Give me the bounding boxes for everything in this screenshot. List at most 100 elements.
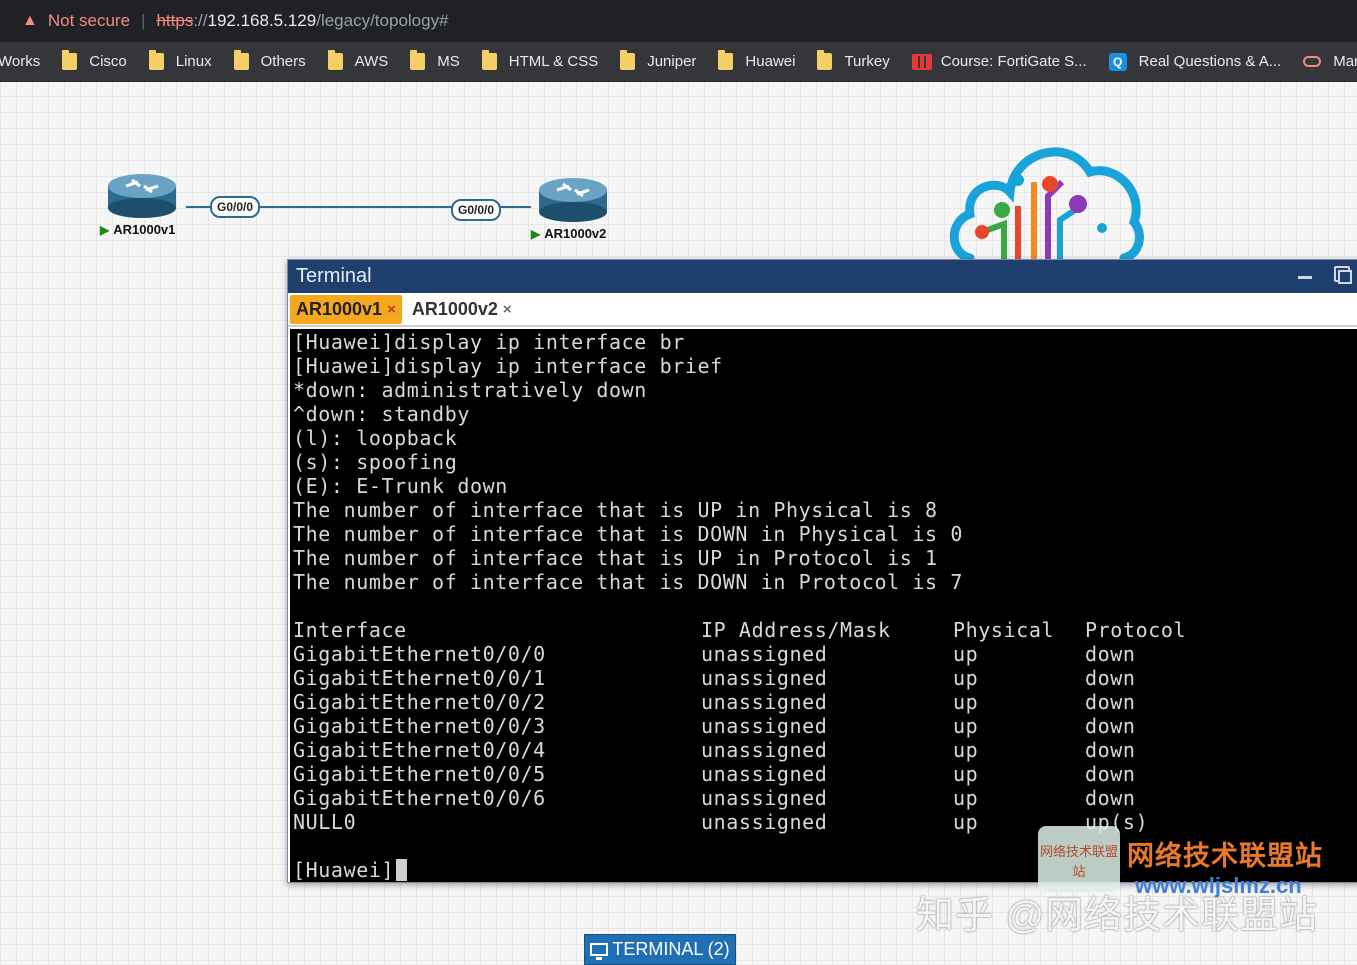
tab-label: AR1000v2 bbox=[411, 298, 498, 319]
bookmark-label: Manag bbox=[1333, 53, 1357, 70]
column-header: Protocol bbox=[1085, 618, 1187, 642]
bookmark-huawei[interactable]: Huawei bbox=[718, 50, 796, 70]
cell-protocol: down bbox=[1085, 786, 1136, 810]
cell-interface: GigabitEthernet0/0/3 bbox=[293, 714, 546, 738]
bookmark-label: Linux bbox=[175, 53, 212, 70]
close-icon[interactable]: × bbox=[387, 301, 396, 318]
console-line: (l): loopback bbox=[293, 426, 458, 450]
bookmark-cisco[interactable]: Cisco bbox=[62, 50, 127, 70]
bookmark-real-questions[interactable]: Q Real Questions & A... bbox=[1108, 52, 1281, 71]
cell-physical: up bbox=[953, 690, 979, 714]
cell-protocol: down bbox=[1085, 666, 1136, 690]
bookmark-linux[interactable]: Linux bbox=[148, 50, 212, 70]
fortinet-icon bbox=[911, 53, 932, 70]
interface-table: Interface IP Address/Mask Physical Proto… bbox=[293, 618, 1357, 834]
security-status[interactable]: Not secure bbox=[48, 11, 130, 31]
url-separator: :// bbox=[193, 11, 208, 30]
cell-ip: unassigned bbox=[701, 690, 828, 714]
folder-icon bbox=[62, 50, 78, 70]
folder-icon bbox=[817, 50, 833, 70]
console-line: [Huawei]display ip interface brief bbox=[293, 354, 723, 378]
terminal-title: Terminal bbox=[296, 265, 372, 287]
terminal-titlebar[interactable]: Terminal bbox=[288, 260, 1357, 293]
watermark-zhihu: 知乎 @网络技术联盟站 bbox=[916, 895, 1319, 937]
bookmark-turkey[interactable]: Turkey bbox=[817, 50, 890, 70]
folder-icon bbox=[718, 50, 734, 70]
bookmark-label: HTML & CSS bbox=[508, 53, 599, 70]
router-icon[interactable] bbox=[106, 172, 178, 220]
address-bar[interactable]: ▲ Not secure | https://192.168.5.129/leg… bbox=[0, 0, 1357, 42]
folder-icon bbox=[410, 50, 426, 70]
console-line: The number of interface that is DOWN in … bbox=[293, 522, 963, 546]
url-path: /legacy/topology# bbox=[316, 11, 449, 30]
router-label-ar1000v2[interactable]: ▶ AR1000v2 bbox=[531, 226, 606, 241]
cell-interface: GigabitEthernet0/0/1 bbox=[293, 666, 546, 690]
warning-icon[interactable]: ▲ bbox=[22, 12, 38, 30]
table-row: GigabitEthernet0/0/2 unassigned up down bbox=[293, 690, 1357, 714]
console-line: (s): spoofing bbox=[293, 450, 458, 474]
cell-protocol: down bbox=[1085, 714, 1136, 738]
bookmark-ms[interactable]: MS bbox=[410, 50, 460, 70]
table-row: GigabitEthernet0/0/3 unassigned up down bbox=[293, 714, 1357, 738]
cloud-network-logo-icon bbox=[949, 147, 1144, 260]
console-line: *down: administratively down bbox=[293, 378, 647, 402]
console-line: The number of interface that is UP in Pr… bbox=[293, 546, 938, 570]
url-host: 192.168.5.129 bbox=[207, 11, 317, 30]
manage-icon bbox=[1303, 56, 1322, 67]
cell-ip: unassigned bbox=[701, 810, 828, 834]
table-row: GigabitEthernet0/0/0 unassigned up down bbox=[293, 642, 1357, 666]
minimize-icon[interactable] bbox=[1298, 276, 1312, 279]
q-app-icon: Q bbox=[1108, 52, 1127, 71]
bookmark-juniper[interactable]: Juniper bbox=[620, 50, 697, 70]
tab-label: AR1000v1 bbox=[296, 298, 383, 319]
tab-ar1000v1[interactable]: AR1000v1 × bbox=[290, 294, 402, 324]
console-line: The number of interface that is DOWN in … bbox=[293, 570, 963, 594]
tab-ar1000v2[interactable]: AR1000v2 × bbox=[406, 295, 518, 324]
router-label-ar1000v1[interactable]: ▶ AR1000v1 bbox=[100, 222, 175, 237]
router-name: AR1000v1 bbox=[113, 222, 176, 237]
bookmarks-bar: Works Cisco Linux Others AWS MS HTML & C… bbox=[0, 42, 1357, 82]
bookmark-label: Huawei bbox=[745, 53, 796, 70]
router-name: AR1000v2 bbox=[544, 226, 607, 241]
cell-physical: up bbox=[953, 762, 979, 786]
bookmark-manage[interactable]: Manag bbox=[1303, 53, 1357, 70]
close-icon[interactable]: × bbox=[503, 301, 512, 318]
terminal-console[interactable]: [Huawei]display ip interface br [Huawei]… bbox=[290, 329, 1357, 882]
address-divider: | bbox=[141, 11, 146, 30]
bookmark-aws[interactable]: AWS bbox=[327, 50, 388, 70]
table-row: GigabitEthernet0/0/4 unassigned up down bbox=[293, 738, 1357, 762]
bookmark-html-css[interactable]: HTML & CSS bbox=[481, 50, 599, 70]
restore-window-icon[interactable] bbox=[1334, 266, 1352, 284]
console-prompt: [Huawei] bbox=[293, 858, 395, 882]
cell-interface: GigabitEthernet0/0/0 bbox=[293, 642, 546, 666]
cell-interface: GigabitEthernet0/0/5 bbox=[293, 762, 546, 786]
terminal-taskbar-button[interactable]: TERMINAL (2) bbox=[584, 934, 736, 965]
cell-ip: unassigned bbox=[701, 738, 828, 762]
running-indicator-icon: ▶ bbox=[100, 222, 110, 237]
cell-interface: NULL0 bbox=[293, 810, 357, 834]
bookmark-label: Others bbox=[260, 53, 306, 70]
router-icon[interactable] bbox=[537, 176, 609, 224]
console-line: The number of interface that is UP in Ph… bbox=[293, 498, 938, 522]
folder-icon bbox=[233, 50, 249, 70]
text-cursor bbox=[396, 859, 408, 881]
bookmark-label: Works bbox=[0, 53, 41, 70]
bookmark-label: Turkey bbox=[844, 53, 890, 70]
cell-interface: GigabitEthernet0/0/6 bbox=[293, 786, 546, 810]
folder-icon bbox=[148, 50, 164, 70]
cell-physical: up bbox=[953, 666, 979, 690]
bookmark-label: Juniper bbox=[647, 53, 697, 70]
console-line: ^down: standby bbox=[293, 402, 470, 426]
cell-protocol: down bbox=[1085, 690, 1136, 714]
watermark-title: 网络技术联盟站 bbox=[1127, 841, 1323, 871]
cell-physical: up bbox=[953, 738, 979, 762]
bookmark-others[interactable]: Others bbox=[233, 50, 306, 70]
bookmark-works[interactable]: Works bbox=[0, 53, 40, 70]
terminal-window[interactable]: Terminal AR1000v1 × AR1000v2 × [Huawei]dis… bbox=[287, 259, 1357, 883]
cell-physical: up bbox=[953, 714, 979, 738]
bookmark-fortigate-course[interactable]: Course: FortiGate S... bbox=[911, 53, 1087, 70]
cell-protocol: down bbox=[1085, 762, 1136, 786]
column-header: IP Address/Mask bbox=[701, 618, 891, 642]
table-row: NULL0 unassigned up up(s) bbox=[293, 810, 1357, 834]
